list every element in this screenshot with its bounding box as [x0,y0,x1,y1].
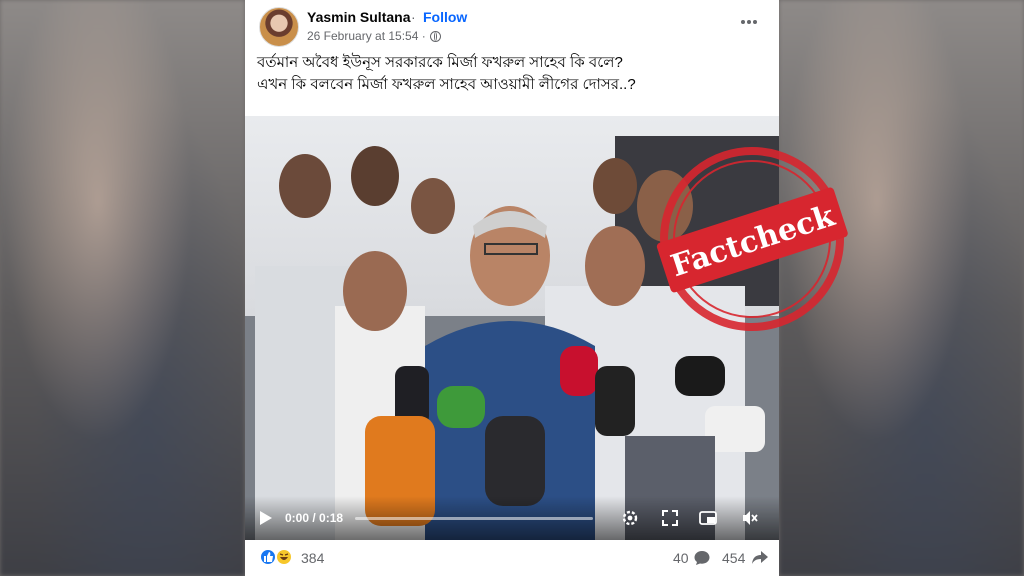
globe-icon [429,30,441,42]
mute-icon[interactable] [741,509,759,527]
share-icon[interactable] [751,548,769,566]
progress-bar[interactable] [355,517,593,520]
fullscreen-icon[interactable] [661,509,679,527]
post-footer: 384 40 454 [245,540,779,576]
video-time: 0:00 / 0:18 [285,511,344,525]
post-meta: 26 February at 15:54 · [307,29,441,43]
comment-count[interactable]: 40 [673,550,689,566]
author-name[interactable]: Yasmin Sultana [307,9,410,25]
haha-reaction-icon[interactable] [275,548,293,566]
share-count[interactable]: 454 [722,550,745,566]
comment-icon[interactable] [693,549,711,567]
caption-line: এখন কি বলবেন মির্জা ফখরুল সাহেব আওয়ামী … [257,76,636,93]
post-header: Yasmin Sultana · Follow 26 February at 1… [245,0,779,50]
post-caption: বর্তমান অবৈধ ইউনূস সরকারকে মির্জা ফখরুল … [257,52,767,96]
follow-button[interactable]: Follow [423,9,467,25]
more-options-icon[interactable] [739,12,759,32]
timestamp[interactable]: 26 February at 15:54 · [307,29,426,43]
picture-in-picture-icon[interactable] [699,509,717,527]
facebook-post: Yasmin Sultana · Follow 26 February at 1… [245,0,848,576]
caption-line: বর্তমান অবৈধ ইউনূস সরকারকে মির্জা ফখরুল … [257,54,623,71]
video-controls: 0:00 / 0:18 [245,496,779,540]
reaction-count[interactable]: 384 [301,550,324,566]
avatar[interactable] [259,7,299,47]
separator-dot: · [411,9,416,25]
settings-gear-icon[interactable] [621,509,639,527]
play-icon[interactable] [260,511,272,525]
blurred-background-left [0,0,245,576]
